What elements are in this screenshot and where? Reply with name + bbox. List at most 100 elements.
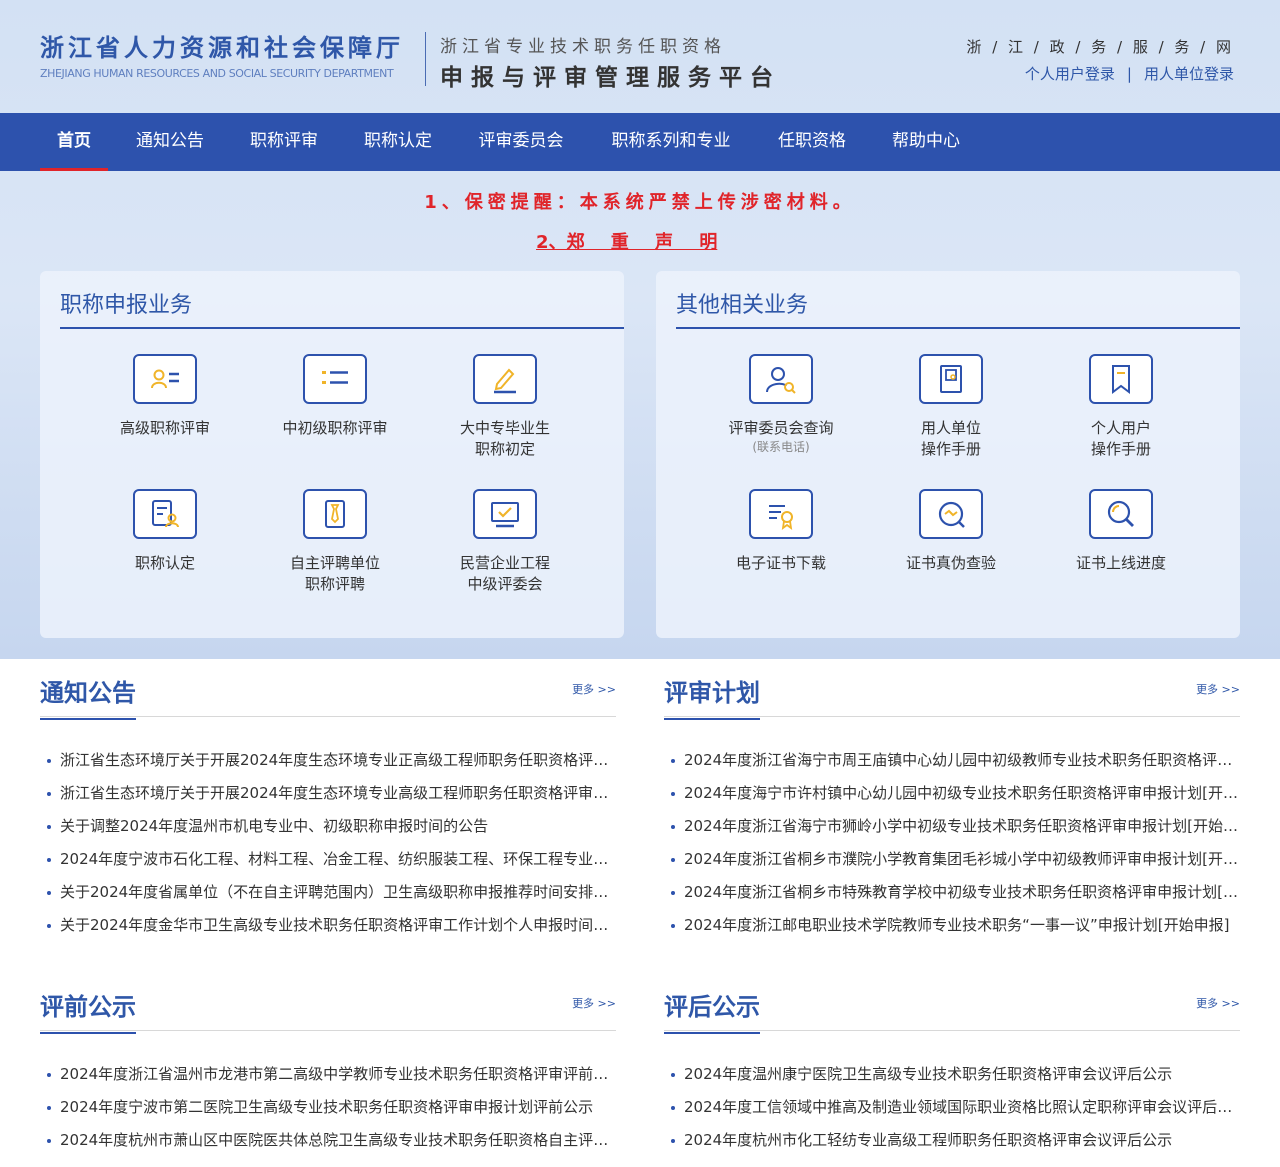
login-separator: |: [1126, 65, 1132, 83]
news-list: 2024年度浙江省海宁市周王庙镇中心幼儿园中初级教师专业技术职务任职资格评审申报…: [664, 744, 1240, 942]
list-item[interactable]: 2024年度浙江省温州市龙港市第二高级中学教师专业技术职务任职资格评审评前公示: [40, 1058, 616, 1091]
nav-series-majors[interactable]: 职称系列和专业: [600, 113, 742, 171]
list-item[interactable]: 2024年度工信领域中推高及制造业领域国际职业资格比照认定职称评审会议评后公示: [664, 1091, 1240, 1124]
list-item[interactable]: 2024年度浙江省桐乡市特殊教育学校中初级专业技术职务任职资格评审申报计划[开始…: [664, 876, 1240, 909]
service-title-recognition[interactable]: 职称认定: [80, 489, 250, 574]
list-item[interactable]: 2024年度温州康宁医院卫生高级专业技术职务任职资格评审会议评后公示: [664, 1058, 1240, 1091]
person-card-icon: [133, 354, 197, 404]
list-item[interactable]: 浙江省生态环境厅关于开展2024年度生态环境专业正高级工程师职务任职资格评审工作…: [40, 744, 616, 777]
service-committee-query[interactable]: 评审委员会查询 (联系电话): [696, 354, 866, 455]
department-name: 浙江省人力资源和社会保障厅: [40, 33, 404, 62]
section-header: 评后公示 更多 >>: [664, 973, 1240, 1034]
pencil-icon: [473, 354, 537, 404]
panel-title: 职称申报业务: [60, 293, 193, 318]
document-person-icon: [133, 489, 197, 539]
service-label: 证书上线进度: [1075, 554, 1166, 572]
service-certificate-progress[interactable]: 证书上线进度: [1036, 489, 1206, 574]
service-label: 评审委员会查询: [728, 419, 834, 437]
other-services-panel: 其他相关业务 评审委员会查询 (联系电话) 用人单位 操作手册 个人用户 操作手…: [656, 271, 1240, 638]
service-graduate-initial-title[interactable]: 大中专毕业生 职称初定: [420, 354, 590, 460]
service-unit-manual[interactable]: 用人单位 操作手册: [866, 354, 1036, 460]
news-list: 2024年度温州康宁医院卫生高级专业技术职务任职资格评审会议评后公示 2024年…: [664, 1058, 1240, 1157]
tie-icon: [303, 489, 367, 539]
more-link[interactable]: 更多 >>: [1196, 995, 1240, 1011]
panel-title: 其他相关业务: [676, 293, 809, 318]
more-link[interactable]: 更多 >>: [572, 995, 616, 1011]
list-item[interactable]: 2024年度宁波市石化工程、材料工程、冶金工程、纺织服装工程、环保工程专业中级职…: [40, 843, 616, 876]
service-certificate-verify[interactable]: 证书真伪查验: [866, 489, 1036, 574]
header-divider: [425, 32, 426, 86]
nav-home[interactable]: 首页: [40, 113, 108, 171]
service-mid-junior-title-review[interactable]: 中初级职称评审: [250, 354, 420, 439]
main-nav: 首页 通知公告 职称评审 职称认定 评审委员会 职称系列和专业 任职资格 帮助中…: [0, 113, 1280, 171]
login-links: 个人用户登录 | 用人单位登录: [1025, 63, 1234, 84]
service-label: 个人用户 操作手册: [1090, 419, 1151, 458]
list-item[interactable]: 2024年度浙江省海宁市周王庙镇中心幼儿园中初级教师专业技术职务任职资格评审申报…: [664, 744, 1240, 777]
news-list: 浙江省生态环境厅关于开展2024年度生态环境专业正高级工程师职务任职资格评审工作…: [40, 744, 616, 942]
platform-title: 申报与评审管理服务平台: [440, 64, 781, 91]
nav-qualification[interactable]: 任职资格: [768, 113, 856, 171]
nav-help-center[interactable]: 帮助中心: [882, 113, 970, 171]
personal-login-link[interactable]: 个人用户登录: [1025, 65, 1115, 83]
book-icon: [919, 354, 983, 404]
list-item[interactable]: 2024年度宁波市第二医院卫生高级专业技术职务任职资格评审申报计划评前公示: [40, 1091, 616, 1124]
list-item[interactable]: 关于调整2024年度温州市机电专业中、初级职称申报时间的公告: [40, 810, 616, 843]
service-label: 证书真伪查验: [905, 554, 996, 572]
service-label: 电子证书下载: [735, 554, 826, 572]
service-sublabel: (联系电话): [752, 440, 810, 454]
nav-review-committee[interactable]: 评审委员会: [468, 113, 574, 171]
service-private-enterprise-committee[interactable]: 民营企业工程 中级评委会: [420, 489, 590, 595]
list-item[interactable]: 关于2024年度金华市卫生高级专业技术职务任职资格评审工作计划个人申报时间的通知: [40, 909, 616, 942]
post-review-publicity-section: 评后公示 更多 >> 2024年度温州康宁医院卫生高级专业技术职务任职资格评审会…: [664, 973, 1240, 1157]
unit-login-link[interactable]: 用人单位登录: [1144, 65, 1234, 83]
more-link[interactable]: 更多 >>: [572, 681, 616, 697]
zhejiang-gov-service-link[interactable]: 浙 / 江 / 政 / 务 / 服 / 务 / 网: [966, 36, 1234, 57]
list-item[interactable]: 2024年度浙江省海宁市狮岭小学中初级专业技术职务任职资格评审申报计划[开始申报…: [664, 810, 1240, 843]
service-label: 民营企业工程 中级评委会: [459, 554, 550, 593]
review-plan-section: 评审计划 更多 >> 2024年度浙江省海宁市周王庙镇中心幼儿园中初级教师专业技…: [664, 659, 1240, 942]
notices-section: 通知公告 更多 >> 浙江省生态环境厅关于开展2024年度生态环境专业正高级工程…: [40, 659, 616, 942]
section-title: 评前公示: [40, 987, 136, 1034]
list-item[interactable]: 2024年度海宁市许村镇中心幼儿园中初级专业技术职务任职资格评审申报计划[开始申…: [664, 777, 1240, 810]
section-header: 评审计划 更多 >>: [664, 659, 1240, 720]
list-item[interactable]: 2024年度浙江邮电职业技术学院教师专业技术职务“一事一议”申报计划[开始申报]: [664, 909, 1240, 942]
service-personal-manual[interactable]: 个人用户 操作手册: [1036, 354, 1206, 460]
service-senior-title-review[interactable]: 高级职称评审: [80, 354, 250, 439]
nav-title-recognition[interactable]: 职称认定: [354, 113, 442, 171]
list-item[interactable]: 2024年度杭州市萧山区中医院医共体总院卫生高级专业技术职务任职资格自主评聘评前…: [40, 1124, 616, 1157]
panel-divider: [60, 327, 624, 329]
platform-subtitle: 浙江省专业技术职务任职资格: [440, 37, 726, 57]
confidentiality-notice: 1、保密提醒：本系统严禁上传涉密材料。: [424, 192, 856, 213]
service-label: 高级职称评审: [119, 419, 210, 437]
section-title: 评后公示: [664, 987, 760, 1034]
nav-title-review[interactable]: 职称评审: [240, 113, 328, 171]
list-item[interactable]: 关于2024年度省属单位（不在自主评聘范围内）卫生高级职称申报推荐时间安排的通知: [40, 876, 616, 909]
nav-notices[interactable]: 通知公告: [126, 113, 214, 171]
service-label: 自主评聘单位 职称评聘: [289, 554, 380, 593]
monitor-check-icon: [473, 489, 537, 539]
service-self-evaluation-unit[interactable]: 自主评聘单位 职称评聘: [250, 489, 420, 595]
service-label: 中初级职称评审: [282, 419, 388, 437]
list-icon: [303, 354, 367, 404]
panel-divider: [676, 327, 1240, 329]
magnifier-icon: [1089, 489, 1153, 539]
pre-review-publicity-section: 评前公示 更多 >> 2024年度浙江省温州市龙港市第二高级中学教师专业技术职务…: [40, 973, 616, 1157]
hero-area: 浙江省人力资源和社会保障厅 ZHEJIANG HUMAN RESOURCES A…: [0, 0, 1280, 659]
section-header: 通知公告 更多 >>: [40, 659, 616, 720]
list-item[interactable]: 2024年度杭州市化工轻纺专业高级工程师职务任职资格评审会议评后公示: [664, 1124, 1240, 1157]
person-search-icon: [749, 354, 813, 404]
more-link[interactable]: 更多 >>: [1196, 681, 1240, 697]
news-list: 2024年度浙江省温州市龙港市第二高级中学教师专业技术职务任职资格评审评前公示 …: [40, 1058, 616, 1157]
service-label: 用人单位 操作手册: [920, 419, 981, 458]
service-e-certificate-download[interactable]: 电子证书下载: [696, 489, 866, 574]
service-label: 职称认定: [134, 554, 195, 572]
site-header: 浙江省人力资源和社会保障厅 ZHEJIANG HUMAN RESOURCES A…: [0, 0, 1280, 113]
section-title: 评审计划: [664, 673, 760, 720]
section-header: 评前公示 更多 >>: [40, 973, 616, 1034]
bookmark-icon: [1089, 354, 1153, 404]
solemn-statement-link[interactable]: 2、郑 重 声 明: [536, 228, 717, 254]
certificate-icon: [749, 489, 813, 539]
list-item[interactable]: 2024年度浙江省桐乡市濮院小学教育集团毛衫城小学中初级教师评审申报计划[开始申…: [664, 843, 1240, 876]
section-title: 通知公告: [40, 673, 136, 720]
list-item[interactable]: 浙江省生态环境厅关于开展2024年度生态环境专业高级工程师职务任职资格评审工作的…: [40, 777, 616, 810]
